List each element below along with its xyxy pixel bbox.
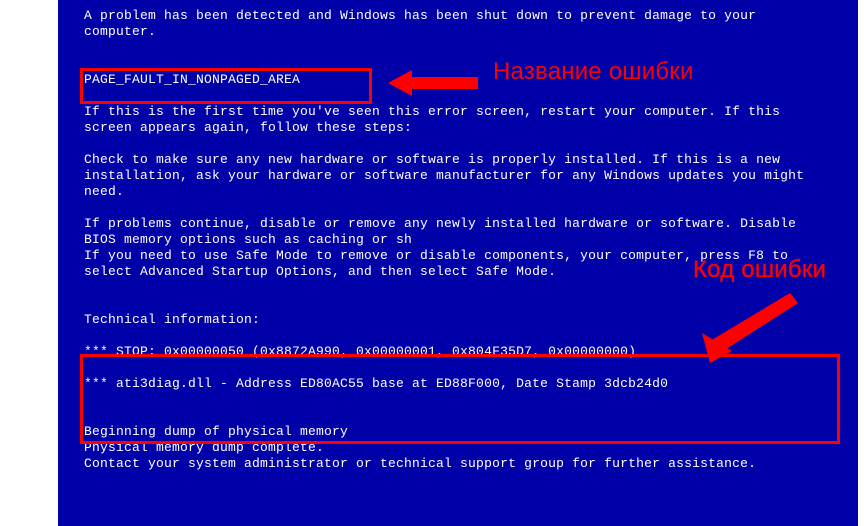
blank [84,200,828,216]
blank [84,88,828,104]
bsod-check-hw: Check to make sure any new hardware or s… [84,152,828,200]
annotation-label-error-code: Код ошибки [693,262,826,278]
tech-header: Technical information: [84,312,828,328]
contact: Contact your system administrator or tec… [84,456,828,472]
blank [84,408,828,424]
blank [84,392,828,408]
blank [84,328,828,344]
blank [84,296,828,312]
blank [84,56,828,72]
dump-complete: Physical memory dump complete. [84,440,828,456]
stop-line: *** STOP: 0x00000050 (0x8872A990, 0x0000… [84,344,828,360]
dump-begin: Beginning dump of physical memory [84,424,828,440]
annotation-label-error-name: Название ошибки [493,64,694,80]
module-line: *** ati3diag.dll - Address ED80AC55 base… [84,376,828,392]
blank [84,360,828,376]
blank [84,40,828,56]
blank [84,136,828,152]
error-name: PAGE_FAULT_IN_NONPAGED_AREA [84,72,828,88]
bsod-intro: A problem has been detected and Windows … [84,8,828,40]
bsod-first-time: If this is the first time you've seen th… [84,104,828,136]
bsod-screen: A problem has been detected and Windows … [58,0,858,526]
bsod-problems-continue: If problems continue, disable or remove … [84,216,828,248]
